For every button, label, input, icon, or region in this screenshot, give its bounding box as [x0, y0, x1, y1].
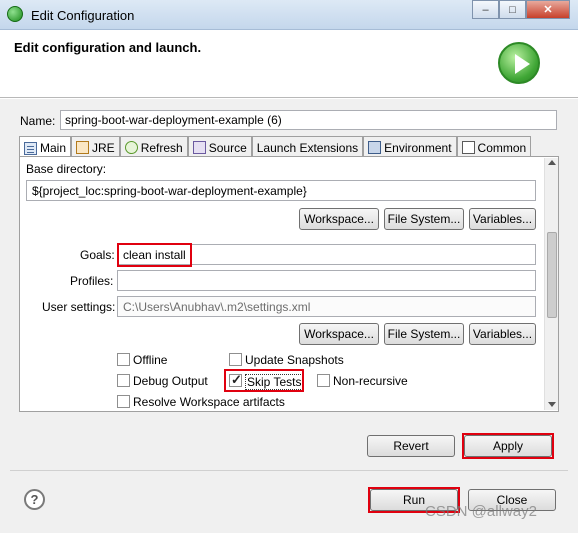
tab-source-label: Source	[208, 140, 247, 155]
environment-icon	[368, 141, 382, 154]
tab-environment-label: Environment	[384, 140, 452, 155]
window-controls: – □ ✕	[472, 0, 570, 20]
skip-tests-highlight-box	[224, 369, 304, 392]
debug-output-checkbox[interactable]	[117, 374, 130, 387]
tab-refresh-label: Refresh	[140, 140, 183, 155]
settings-variables-button[interactable]: Variables...	[469, 323, 536, 345]
base-directory-input[interactable]: ${project_loc:spring-boot-war-deployment…	[26, 180, 536, 201]
non-recursive-checkbox[interactable]	[317, 374, 330, 387]
profiles-label: Profiles:	[70, 274, 114, 288]
offline-checkbox[interactable]	[117, 353, 130, 366]
variables-button[interactable]: Variables...	[469, 208, 536, 230]
tab-source[interactable]: Source	[187, 136, 252, 156]
goals-label: Goals:	[80, 248, 115, 262]
base-directory-label: Base directory:	[26, 162, 107, 176]
tab-launch-extensions-label: Launch Extensions	[256, 140, 359, 155]
doc-icon	[24, 141, 37, 155]
tab-launch-extensions[interactable]: Launch Extensions	[251, 136, 364, 156]
debug-output-label: Debug Output	[133, 374, 208, 388]
tab-common-label: Common	[477, 140, 527, 155]
panel-scrollbar[interactable]	[544, 158, 558, 410]
resolve-workspace-checkbox[interactable]	[117, 395, 130, 408]
source-icon	[192, 141, 206, 154]
tab-main-label: Main	[40, 141, 67, 155]
update-snapshots-label: Update Snapshots	[245, 353, 344, 367]
workspace-button[interactable]: Workspace...	[299, 208, 379, 230]
scroll-down-arrow-icon[interactable]	[548, 402, 556, 407]
divider	[10, 470, 568, 471]
name-label: Name:	[20, 114, 56, 128]
minimize-button[interactable]: –	[472, 0, 499, 19]
tab-refresh[interactable]: Refresh	[119, 136, 188, 156]
scroll-up-arrow-icon[interactable]	[548, 160, 556, 165]
goals-highlight-box	[117, 243, 192, 267]
close-window-button[interactable]: ✕	[526, 0, 570, 19]
non-recursive-label: Non-recursive	[333, 374, 408, 388]
profiles-input[interactable]	[117, 270, 536, 291]
tab-main[interactable]: Main	[19, 136, 72, 157]
user-settings-label: User settings:	[42, 300, 116, 314]
header-title: Edit configuration and launch.	[14, 40, 202, 55]
apply-highlight-box	[462, 433, 554, 459]
offline-label: Offline	[133, 353, 168, 367]
refresh-icon	[124, 141, 138, 154]
jre-icon	[76, 141, 90, 154]
tab-jre-label: JRE	[92, 140, 115, 155]
scroll-thumb[interactable]	[547, 232, 557, 318]
user-settings-input[interactable]: C:\Users\Anubhav\.m2\settings.xml	[117, 296, 536, 317]
resolve-workspace-label: Resolve Workspace artifacts	[133, 395, 285, 409]
file-system-button[interactable]: File System...	[384, 208, 464, 230]
tab-jre[interactable]: JRE	[71, 136, 120, 156]
tab-environment[interactable]: Environment	[363, 136, 457, 156]
tab-bar: Main JRE Refresh Source Launch Extension…	[19, 136, 532, 157]
watermark-text: CSDN @allway2	[425, 503, 537, 520]
help-icon[interactable]: ?	[24, 489, 45, 510]
settings-file-system-button[interactable]: File System...	[384, 323, 464, 345]
run-launch-icon	[498, 42, 540, 84]
settings-workspace-button[interactable]: Workspace...	[299, 323, 379, 345]
name-input[interactable]: spring-boot-war-deployment-example (6)	[60, 110, 557, 130]
common-icon	[461, 141, 475, 154]
revert-button[interactable]: Revert	[367, 435, 455, 457]
tab-common[interactable]: Common	[456, 136, 532, 156]
eclipse-app-icon	[7, 6, 23, 22]
window-title: Edit Configuration	[31, 8, 135, 23]
update-snapshots-checkbox[interactable]	[229, 353, 242, 366]
title-bar: Edit Configuration – □ ✕	[0, 0, 578, 30]
maximize-button[interactable]: □	[499, 0, 526, 19]
dialog-header: Edit configuration and launch.	[0, 30, 578, 98]
